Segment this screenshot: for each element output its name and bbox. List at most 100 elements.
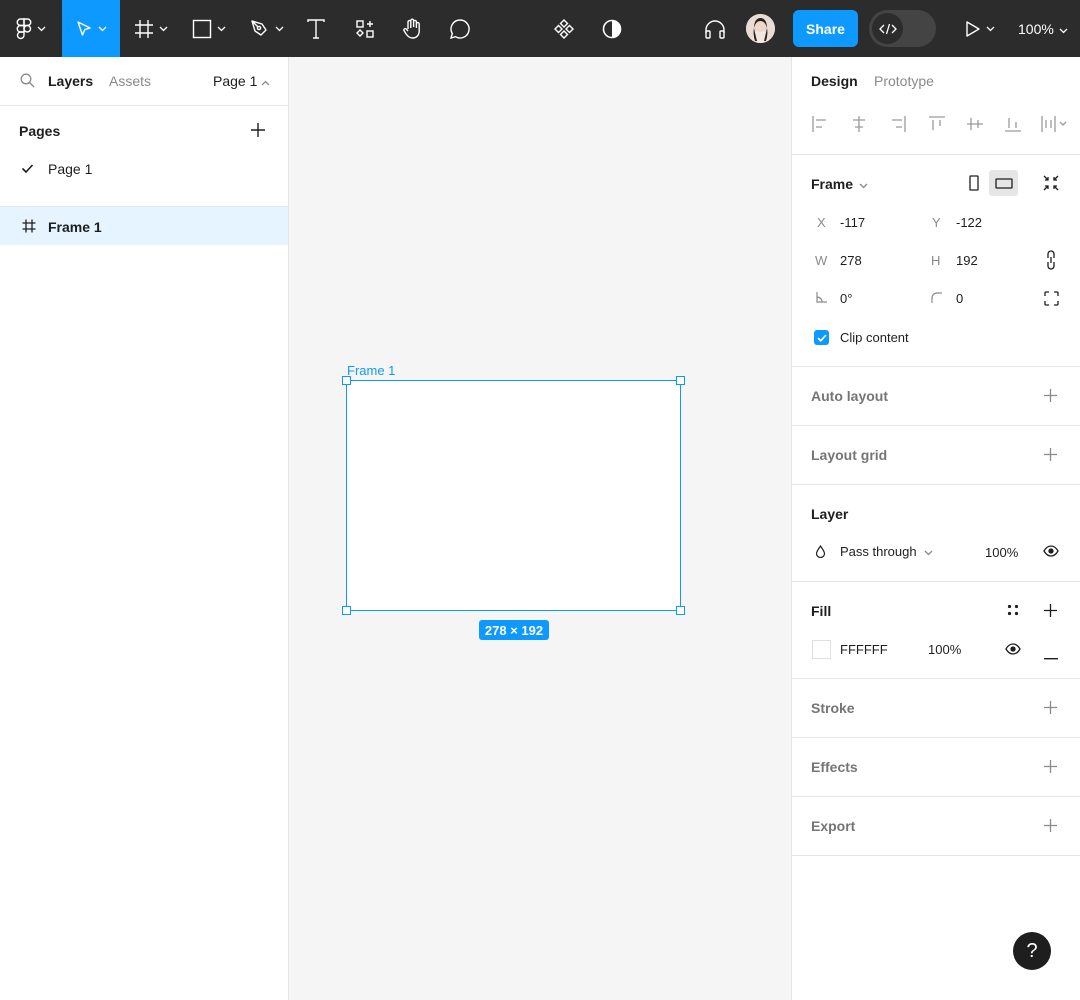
tab-design[interactable]: Design [811, 73, 858, 89]
frame-hash-icon [134, 19, 154, 39]
resize-handle-bottom-right[interactable] [676, 606, 685, 615]
x-label: X [817, 215, 826, 230]
chevron-down-icon [98, 26, 107, 32]
present-button[interactable] [960, 0, 1000, 57]
search-icon[interactable] [20, 73, 35, 91]
audio-button[interactable] [699, 0, 731, 57]
w-label: W [815, 253, 828, 268]
x-input[interactable]: -117 [840, 215, 865, 230]
chevron-down-icon [924, 544, 933, 559]
add-export-button[interactable] [1043, 818, 1058, 836]
canvas[interactable]: Frame 1 278 × 192 [289, 57, 791, 1000]
shape-tool-button[interactable] [184, 0, 234, 57]
align-left-icon[interactable] [811, 115, 829, 136]
figma-logo-icon [16, 17, 32, 40]
align-vertical-center-icon[interactable] [966, 115, 984, 136]
zoom-level: 100% [1018, 20, 1054, 37]
rotation-input[interactable]: 0° [840, 291, 852, 306]
align-bottom-icon[interactable] [1004, 115, 1022, 136]
constrain-proportions-icon[interactable] [1046, 250, 1056, 273]
width-input[interactable]: 278 [840, 253, 862, 268]
chevron-down-icon [1059, 21, 1068, 37]
fill-opacity-input[interactable]: 100% [928, 642, 961, 657]
height-input[interactable]: 192 [956, 253, 978, 268]
page-list-item[interactable]: Page 1 [0, 155, 288, 183]
fill-color-swatch[interactable] [812, 640, 831, 659]
divider [792, 484, 1080, 485]
share-button[interactable]: Share [793, 10, 858, 47]
theme-toggle-button[interactable] [596, 0, 628, 57]
resize-handle-bottom-left[interactable] [342, 606, 351, 615]
layer-opacity-input[interactable]: 100% [985, 545, 1018, 560]
resources-tool-button[interactable] [348, 0, 382, 57]
blend-mode-dropdown[interactable]: Pass through [840, 544, 933, 559]
styles-grid-icon[interactable] [1007, 604, 1019, 619]
align-horizontal-center-icon[interactable] [850, 115, 868, 136]
frame-hash-icon [22, 219, 36, 236]
frame-tool-button[interactable] [126, 0, 176, 57]
tab-prototype[interactable]: Prototype [874, 73, 934, 89]
components-button[interactable] [548, 0, 580, 57]
distribute-icon[interactable] [1040, 115, 1068, 136]
clip-content-checkbox[interactable] [814, 330, 829, 345]
add-stroke-button[interactable] [1043, 700, 1058, 718]
pen-tool-button[interactable] [242, 0, 292, 57]
comment-tool-button[interactable] [444, 0, 476, 57]
tab-assets[interactable]: Assets [109, 73, 151, 89]
align-top-icon[interactable] [928, 115, 946, 136]
user-avatar[interactable] [746, 14, 775, 43]
text-t-icon [307, 18, 325, 39]
text-tool-button[interactable] [300, 0, 332, 57]
help-button[interactable]: ? [1013, 932, 1051, 970]
hand-tool-button[interactable] [396, 0, 428, 57]
main-menu-button[interactable] [0, 0, 62, 57]
add-effect-button[interactable] [1043, 759, 1058, 777]
landscape-orientation-button[interactable] [989, 170, 1018, 196]
chevron-down-icon [859, 176, 868, 192]
chevron-down-icon [275, 26, 284, 32]
y-input[interactable]: -122 [956, 215, 982, 230]
dimensions-badge: 278 × 192 [479, 620, 549, 640]
dev-mode-toggle[interactable] [869, 10, 936, 47]
right-panel: Design Prototype Frame X -117 Y -122 W 2… [791, 57, 1080, 1000]
add-layout-grid-button[interactable] [1043, 447, 1058, 465]
frame-section-header[interactable]: Frame [811, 176, 868, 192]
clip-content-label: Clip content [840, 330, 909, 345]
code-icon [872, 13, 903, 44]
fill-section-title: Fill [811, 603, 832, 619]
add-page-button[interactable] [250, 122, 266, 141]
resize-handle-top-right[interactable] [676, 376, 685, 385]
h-label: H [931, 253, 941, 268]
frame-label[interactable]: Frame 1 [347, 363, 395, 378]
frame-1[interactable] [346, 380, 681, 611]
divider [792, 581, 1080, 582]
tab-layers[interactable]: Layers [48, 73, 93, 89]
remove-fill-button[interactable] [1044, 648, 1058, 663]
move-tool-button[interactable] [62, 0, 120, 57]
divider [792, 678, 1080, 679]
layout-grid-title: Layout grid [811, 447, 888, 463]
page-selector[interactable]: Page 1 [213, 73, 270, 89]
fill-hex-input[interactable]: FFFFFF [840, 642, 888, 657]
auto-layout-title: Auto layout [811, 388, 888, 404]
divider [792, 796, 1080, 797]
eye-icon[interactable] [1043, 545, 1059, 560]
resize-handle-top-left[interactable] [342, 376, 351, 385]
zoom-menu[interactable]: 100% [1018, 0, 1068, 57]
align-right-icon[interactable] [889, 115, 907, 136]
chevron-up-icon [261, 73, 270, 89]
layer-row-frame-1[interactable]: Frame 1 [0, 207, 288, 245]
toolbar: Share 100% [0, 0, 1080, 57]
checkmark-icon [21, 162, 34, 177]
eye-icon[interactable] [1005, 643, 1021, 658]
independent-corners-icon[interactable] [1044, 291, 1059, 309]
page-name: Page 1 [48, 161, 93, 177]
portrait-orientation-button[interactable] [967, 170, 981, 196]
divider [792, 425, 1080, 426]
add-fill-button[interactable] [1043, 603, 1058, 621]
add-auto-layout-button[interactable] [1043, 388, 1058, 406]
corner-radius-input[interactable]: 0 [956, 291, 963, 306]
play-icon [965, 20, 981, 38]
components-icon [553, 18, 575, 40]
resize-to-fit-icon[interactable] [1042, 174, 1060, 195]
